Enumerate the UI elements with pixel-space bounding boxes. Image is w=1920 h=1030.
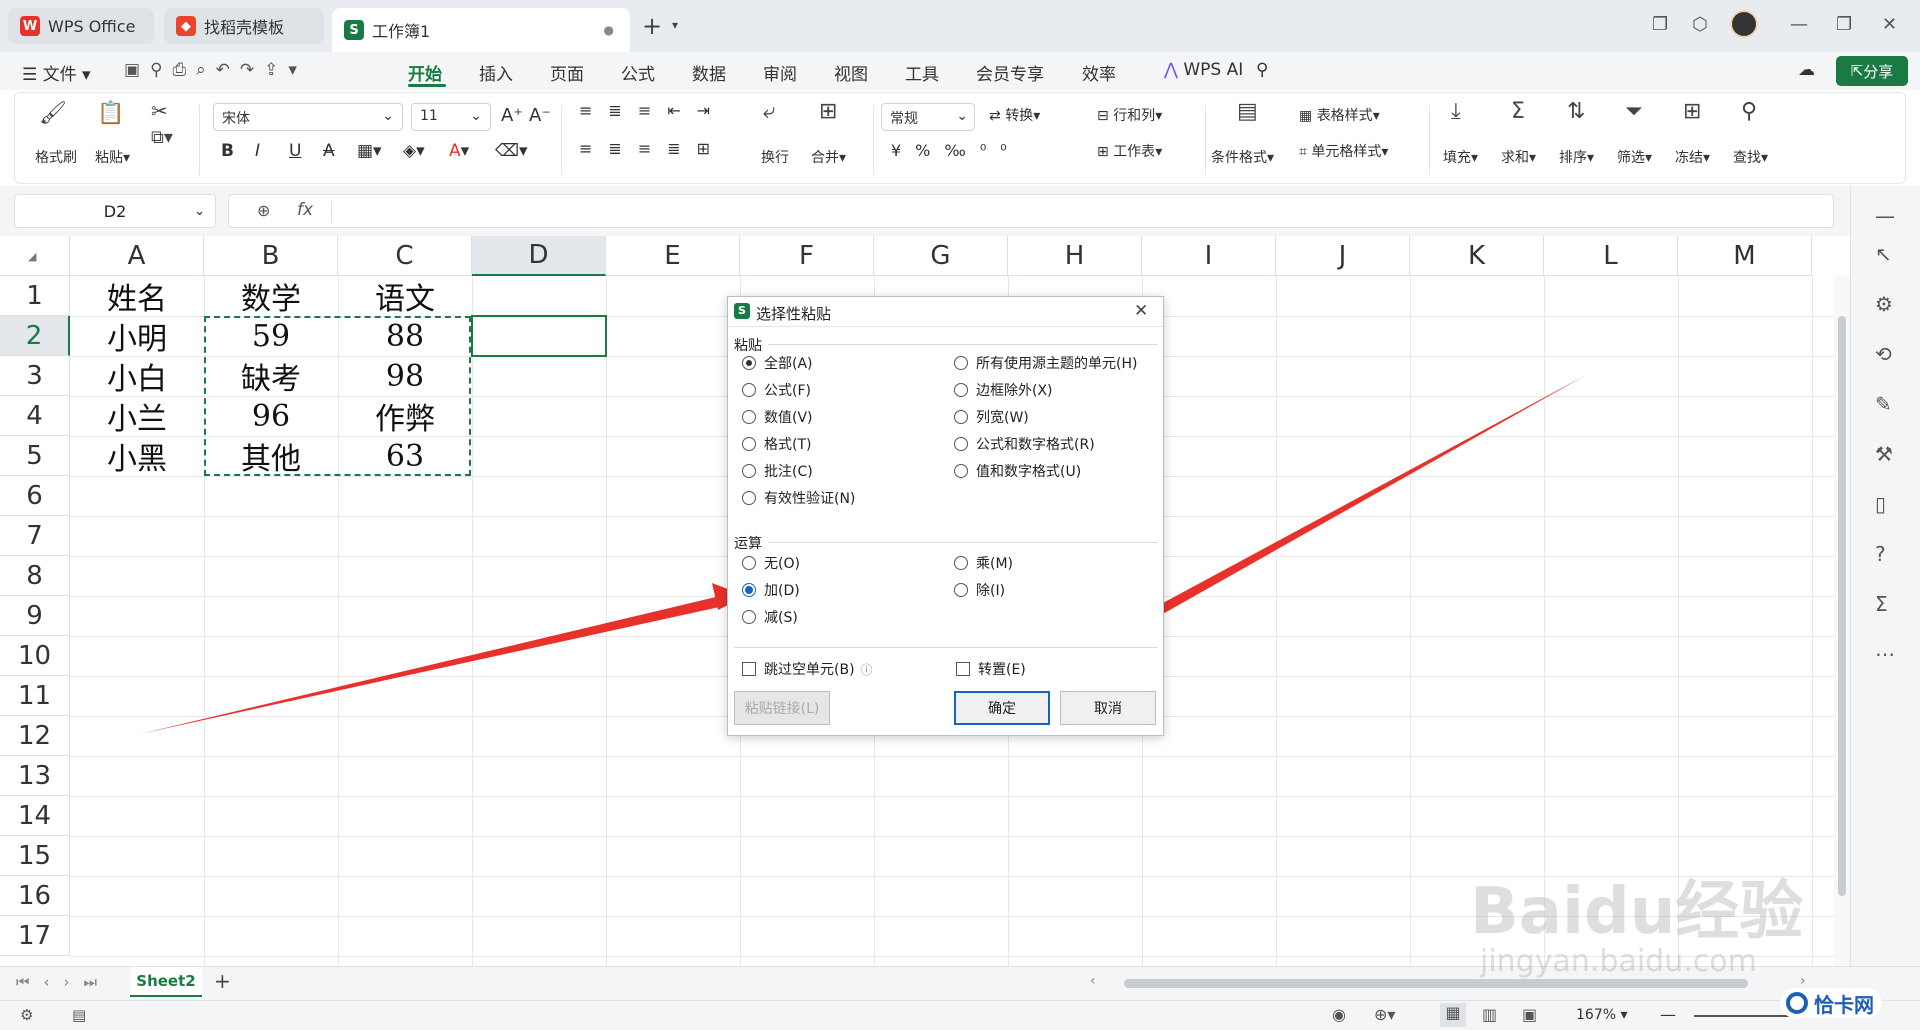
paste-right-radio-4[interactable]: 值和数字格式(U) (954, 461, 1081, 481)
op-left-radio-0[interactable]: 无(O) (742, 553, 800, 573)
normal-view-icon[interactable]: ▦ (1440, 1003, 1466, 1027)
watermark-url: jingyan.baidu.com (1480, 944, 1757, 979)
group-divider (768, 344, 1158, 345)
dialog-titlebar: S 选择性粘贴 ✕ (728, 297, 1163, 327)
paste-right-radio-3[interactable]: 公式和数字格式(R) (954, 434, 1095, 454)
paste-right-radio-1[interactable]: 边框除外(X) (954, 380, 1053, 400)
sheet-tab-sheet2[interactable]: Sheet2 (130, 967, 202, 997)
corner-logo-icon (1786, 992, 1808, 1014)
zoom-level[interactable]: 167% ▾ (1576, 1007, 1628, 1023)
transpose-checkbox[interactable]: 转置(E) (956, 659, 1026, 679)
op-left-radio-1[interactable]: 加(D) (742, 580, 800, 600)
dialog-title: 选择性粘贴 (756, 305, 832, 323)
arrow-to-add-option (140, 596, 724, 734)
sheet-nav-icons[interactable]: ⏮‹›⏭ (16, 973, 111, 991)
paste-left-radio-4[interactable]: 批注(C) (742, 461, 813, 481)
page-layout-icon[interactable]: ▥ (1482, 1005, 1497, 1024)
paste-link-button[interactable]: 粘贴链接(L) (734, 691, 830, 725)
corner-watermark-logo: 恰卡网 (1780, 988, 1882, 1018)
close-icon[interactable]: ✕ (1134, 301, 1148, 321)
horizontal-scroll-thumb[interactable] (1124, 979, 1748, 988)
paste-group-label: 粘贴 (734, 338, 762, 354)
skip-blanks-checkbox[interactable]: 跳过空单元(B) ⓘ (742, 659, 873, 679)
sheet-app-icon: S (734, 303, 750, 319)
operation-group-label: 运算 (734, 536, 762, 552)
group-divider (768, 542, 1158, 543)
paste-left-radio-1[interactable]: 公式(F) (742, 380, 811, 400)
group-divider (734, 647, 1158, 648)
op-left-radio-2[interactable]: 减(S) (742, 607, 798, 627)
paste-left-radio-3[interactable]: 格式(T) (742, 434, 811, 454)
zoom-out-icon[interactable]: — (1660, 1005, 1676, 1024)
paste-left-radio-2[interactable]: 数值(V) (742, 407, 813, 427)
macro-icon[interactable]: ⚙ (20, 1006, 33, 1024)
watermark-text: Baidu经验 (1470, 875, 1804, 949)
op-right-radio-1[interactable]: 除(I) (954, 580, 1005, 600)
scroll-right-icon[interactable]: › (1800, 973, 1806, 989)
page-break-icon[interactable]: ▣ (1522, 1005, 1537, 1024)
status-bar: ⚙ ▤ ◉ ⊕▾ ▦ ▥ ▣ 167% ▾ — (0, 1000, 1920, 1030)
scroll-left-icon[interactable]: ‹ (1090, 973, 1096, 989)
view-mode-icon[interactable]: ⊕▾ (1374, 1005, 1395, 1024)
paste-left-radio-0[interactable]: 全部(A) (742, 353, 813, 373)
info-icon[interactable]: ⓘ (861, 661, 873, 678)
eye-protection-icon[interactable]: ◉ (1332, 1005, 1346, 1024)
add-sheet-icon[interactable]: + (214, 969, 231, 993)
op-right-radio-0[interactable]: 乘(M) (954, 553, 1013, 573)
paste-special-dialog: S 选择性粘贴 ✕ 粘贴 全部(A) 公式(F) 数值(V) 格式(T) 批注(C) 有效… (727, 296, 1164, 736)
paste-right-radio-0[interactable]: 所有使用源主题的单元(H) (954, 353, 1137, 373)
ok-button[interactable]: 确定 (954, 691, 1050, 725)
page-icon[interactable]: ▤ (72, 1006, 86, 1024)
paste-left-radio-5[interactable]: 有效性验证(N) (742, 488, 855, 508)
cancel-button[interactable]: 取消 (1060, 691, 1156, 725)
paste-right-radio-2[interactable]: 列宽(W) (954, 407, 1029, 427)
